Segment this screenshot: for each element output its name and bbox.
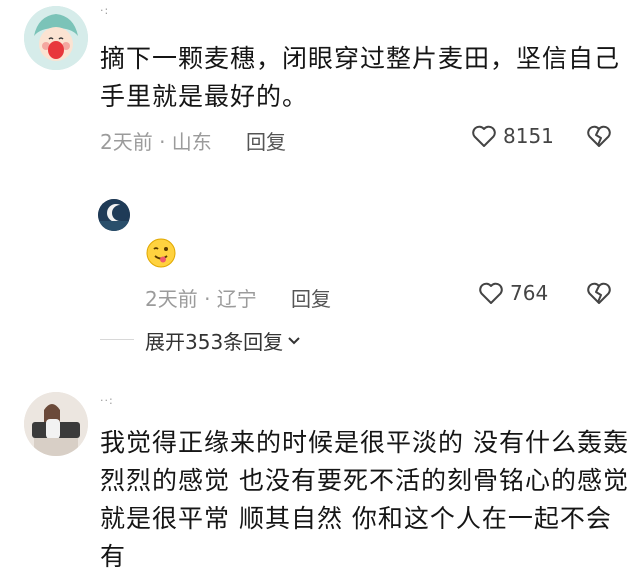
comment-text: 摘下一颗麦穗，闭眼穿过整片麦田，坚信自己 手里就是最好的。 xyxy=(100,40,620,116)
avatar-photo-image xyxy=(24,392,88,456)
comment-line: 摘下一颗麦穗，闭眼穿过整片麦田，坚信自己 xyxy=(100,44,621,73)
dislike-button[interactable] xyxy=(586,281,612,309)
avatar-image xyxy=(98,199,130,231)
heart-outline-icon xyxy=(479,282,503,304)
heart-outline-icon xyxy=(472,125,496,147)
expand-replies-button[interactable]: 展开353条回复 xyxy=(145,326,301,355)
broken-heart-icon xyxy=(587,282,611,304)
expand-replies-label: 展开353条回复 xyxy=(145,330,284,354)
reply-button[interactable]: 回复 xyxy=(291,283,331,312)
wink-tongue-emoji-icon xyxy=(146,238,176,268)
like-count: 764 xyxy=(510,281,549,305)
comment-text: 我觉得正缘来的时候是很平淡的 没有什么轰轰 烈烈的感觉 也没有要死不活的刻骨铭心… xyxy=(100,424,630,576)
like-count: 8151 xyxy=(503,124,554,148)
comment-line: 烈烈的感觉 也没有要死不活的刻骨铭心的感觉 xyxy=(100,466,629,495)
like-button[interactable]: 764 xyxy=(478,281,548,305)
comment-time-location: 2天前 · 山东 xyxy=(100,130,212,154)
comment-line: 就是很平常 顺其自然 你和这个人在一起不会有 xyxy=(100,504,612,571)
username[interactable]: ·: xyxy=(100,4,109,17)
username[interactable]: ··: xyxy=(100,394,114,407)
emoji-comment xyxy=(146,238,176,268)
expand-divider xyxy=(100,339,134,340)
avatar[interactable] xyxy=(24,392,88,456)
broken-heart-icon xyxy=(587,125,611,147)
like-button[interactable]: 8151 xyxy=(471,124,554,148)
avatar[interactable] xyxy=(98,199,130,231)
comment-line: 我觉得正缘来的时候是很平淡的 没有什么轰轰 xyxy=(100,428,629,457)
dislike-button[interactable] xyxy=(586,124,612,152)
avatar[interactable] xyxy=(24,6,88,70)
reply-button[interactable]: 回复 xyxy=(246,126,286,155)
chevron-down-icon xyxy=(288,336,300,344)
comment-line: 手里就是最好的。 xyxy=(100,82,309,111)
comment-time-location: 2天前 · 辽宁 xyxy=(145,287,257,311)
avatar-cartoon-image xyxy=(24,6,88,70)
